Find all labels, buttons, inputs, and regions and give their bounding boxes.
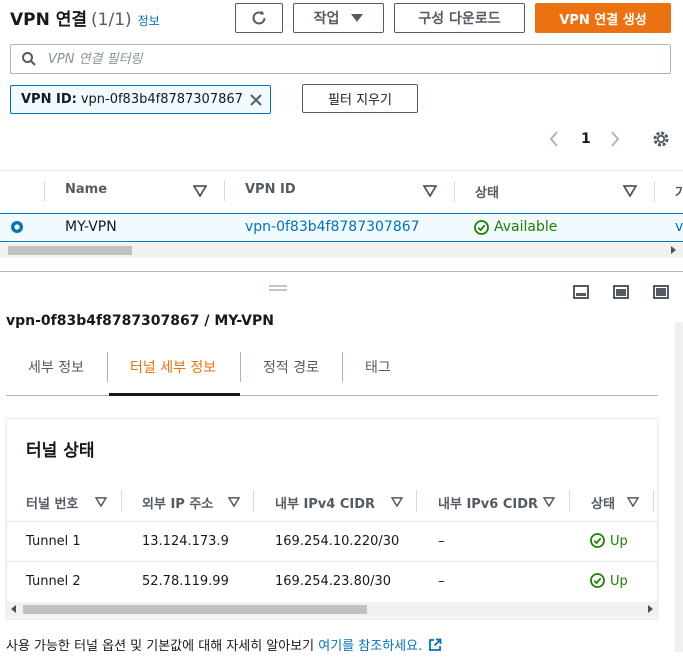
tabs-underline	[6, 395, 658, 396]
column-header-outside-ip[interactable]: 외부 IP 주소	[142, 493, 213, 512]
sort-icon[interactable]	[391, 497, 403, 507]
column-divider	[653, 490, 654, 512]
current-page[interactable]: 1	[581, 131, 591, 147]
actions-label: 작업	[313, 11, 340, 27]
footer-link[interactable]: 여기를 참조하세요.	[318, 639, 422, 654]
tunnel-table-horizontal-scrollbar[interactable]	[7, 602, 657, 617]
create-vpn-button[interactable]: VPN 연결 생성	[535, 3, 671, 33]
column-header-truncated[interactable]: 가	[675, 182, 683, 201]
sort-icon[interactable]	[627, 497, 639, 507]
caret-down-icon	[351, 14, 364, 22]
sort-icon[interactable]	[193, 185, 207, 197]
column-header-inside-ipv4[interactable]: 내부 IPv4 CIDR	[275, 493, 375, 512]
refresh-button[interactable]	[235, 3, 283, 33]
scroll-left-arrow[interactable]	[11, 605, 16, 613]
page-title: VPN 연결	[10, 10, 88, 30]
tab-tunnel-details[interactable]: 터널 세부 정보	[130, 357, 216, 377]
sort-icon[interactable]	[423, 185, 437, 197]
tab-tags[interactable]: 태그	[365, 357, 391, 377]
clear-filters-button[interactable]: 필터 지우기	[302, 84, 418, 113]
split-full-icon[interactable]	[653, 285, 669, 299]
tunnel-outside-ip: 52.78.119.99	[142, 574, 229, 589]
column-header-tunnel-status[interactable]: 상태	[591, 493, 615, 512]
search-input[interactable]	[46, 50, 670, 68]
split-panel-divider	[0, 271, 683, 272]
column-divider	[121, 490, 122, 512]
column-header-vpn-id[interactable]: VPN ID	[245, 182, 296, 197]
column-header-inside-ipv6[interactable]: 내부 IPv6 CIDR	[438, 493, 538, 512]
gear-icon[interactable]	[652, 130, 670, 148]
split-bottom-icon[interactable]	[573, 285, 589, 299]
tunnel-number: Tunnel 2	[26, 574, 81, 589]
download-config-button[interactable]: 구성 다운로드	[394, 3, 525, 33]
active-tab-indicator	[109, 393, 240, 396]
tunnel-inside-ipv4: 169.254.10.220/30	[275, 534, 400, 549]
column-header-tunnel-number[interactable]: 터널 번호	[26, 493, 78, 512]
filter-search[interactable]	[10, 44, 671, 74]
tab-details[interactable]: 세부 정보	[28, 357, 84, 377]
status-check-icon	[590, 573, 605, 588]
search-icon	[22, 52, 36, 66]
radio-selected-icon[interactable]	[10, 220, 24, 234]
status-check-icon	[590, 533, 605, 548]
tab-divider	[240, 352, 241, 382]
page-title-area: VPN 연결 (1/1) 정보	[10, 5, 160, 30]
refresh-icon	[252, 10, 266, 25]
info-link[interactable]: 정보	[138, 14, 160, 28]
row-truncated-link[interactable]: vp	[675, 219, 683, 235]
row-divider	[7, 561, 657, 562]
tab-static-routes[interactable]: 정적 경로	[263, 357, 319, 377]
detail-panel-title: vpn-0f83b4f8787307867 / MY-VPN	[6, 313, 274, 329]
footer-help: 사용 가능한 터널 옵션 및 기본값에 대해 자세히 알아보기 여기를 참조하세…	[6, 635, 442, 654]
status-check-icon	[474, 220, 489, 235]
remove-filter-button[interactable]	[243, 86, 270, 113]
section-title: 터널 상태	[26, 441, 95, 461]
filter-token-key: VPN ID:	[21, 92, 77, 107]
close-icon	[250, 93, 263, 106]
row-vpn-id-link[interactable]: vpn-0f83b4f8787307867	[245, 219, 420, 235]
split-side-icon[interactable]	[613, 285, 629, 299]
column-divider	[416, 490, 417, 512]
column-divider	[654, 181, 655, 201]
scrollbar-thumb[interactable]	[23, 605, 367, 614]
footer-text: 사용 가능한 터널 옵션 및 기본값에 대해 자세히 알아보기	[6, 639, 315, 654]
filter-token: VPN ID: vpn-0f83b4f8787307867	[10, 85, 271, 114]
detail-vertical-scrollbar[interactable]	[675, 322, 683, 652]
column-divider	[454, 181, 455, 201]
chevron-left-icon[interactable]	[549, 131, 559, 147]
tunnel-number: Tunnel 1	[26, 534, 81, 549]
scrollbar-thumb[interactable]	[8, 246, 132, 255]
external-link-icon[interactable]	[428, 638, 442, 652]
column-divider	[44, 181, 45, 201]
actions-dropdown[interactable]: 작업	[293, 3, 384, 33]
row-status: Available	[494, 219, 558, 235]
row-divider	[7, 521, 657, 522]
tunnel-inside-ipv4: 169.254.23.80/30	[275, 574, 392, 589]
chevron-right-icon[interactable]	[610, 131, 620, 147]
tunnel-inside-ipv6: –	[438, 574, 445, 589]
scroll-right-arrow[interactable]	[671, 246, 676, 254]
column-divider	[569, 490, 570, 512]
sort-icon[interactable]	[228, 497, 240, 507]
tunnel-status: Up	[610, 574, 628, 589]
scroll-right-arrow[interactable]	[648, 605, 653, 613]
column-header-status[interactable]: 상태	[475, 182, 499, 201]
table-top-border	[0, 170, 683, 171]
column-divider	[224, 181, 225, 201]
sort-icon[interactable]	[623, 185, 637, 197]
drag-handle-icon[interactable]	[269, 285, 287, 291]
tab-divider	[107, 352, 108, 382]
table-horizontal-scrollbar[interactable]	[0, 243, 683, 258]
sort-icon[interactable]	[95, 497, 107, 507]
tunnel-outside-ip: 13.124.173.9	[142, 534, 229, 549]
filter-token-value: vpn-0f83b4f8787307867	[80, 92, 243, 107]
tab-divider	[342, 352, 343, 382]
column-divider	[253, 490, 254, 512]
sort-icon[interactable]	[543, 497, 555, 507]
tunnel-inside-ipv6: –	[438, 534, 445, 549]
row-name: MY-VPN	[65, 219, 117, 235]
tunnel-status: Up	[610, 534, 628, 549]
item-count: (1/1)	[91, 10, 132, 30]
column-header-name[interactable]: Name	[65, 182, 107, 197]
